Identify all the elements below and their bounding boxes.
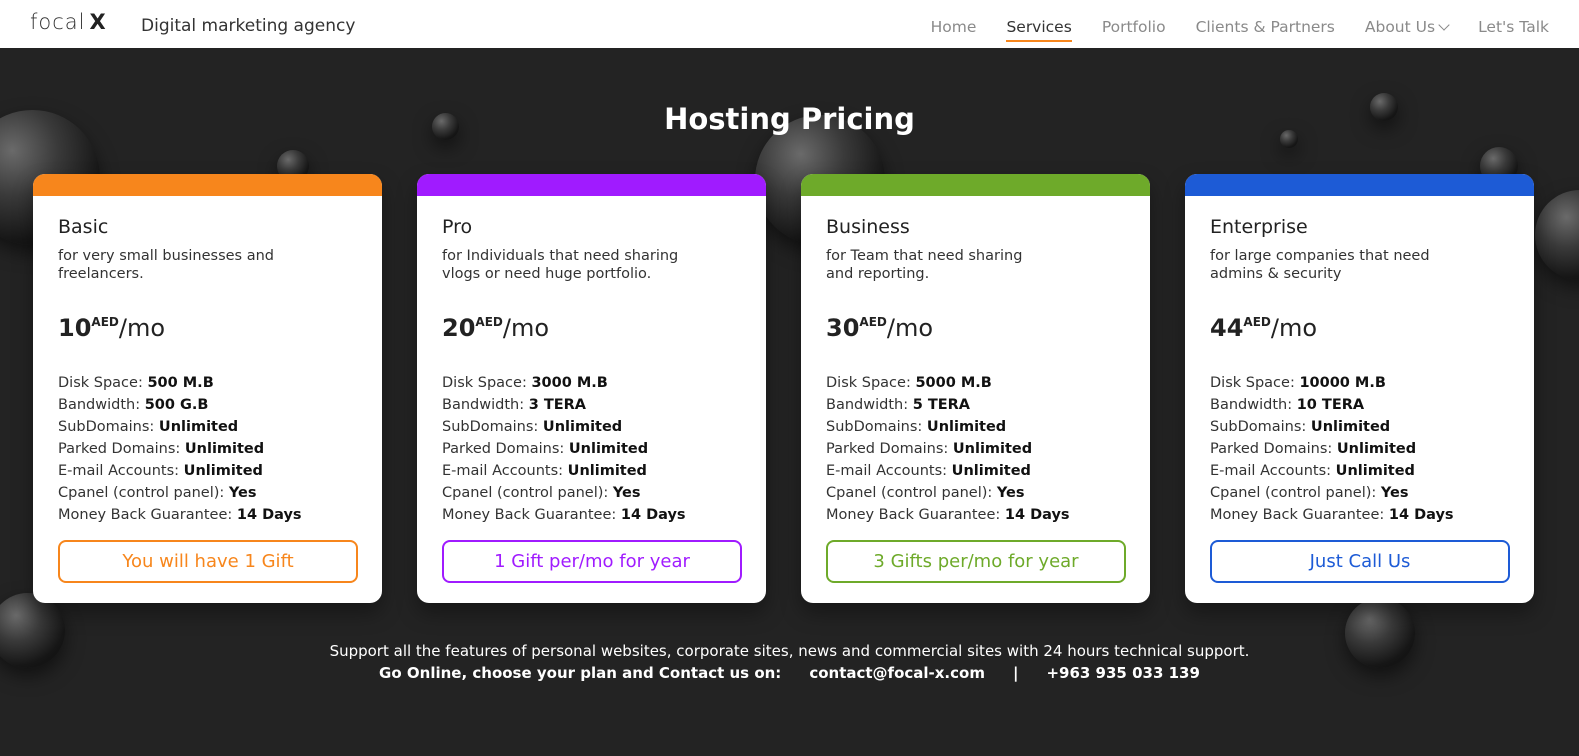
page-title: Hosting Pricing xyxy=(664,102,915,136)
feature-parked-domains: Parked Domains: Unlimited xyxy=(58,441,265,457)
plan-pro-button[interactable]: 1 Gift per/mo for year xyxy=(442,540,742,583)
main-nav: Home Services Portfolio Clients & Partne… xyxy=(901,18,1549,42)
plan-price: 30AED/mo xyxy=(826,314,934,342)
plan-business-button[interactable]: 3 Gifts per/mo for year xyxy=(826,540,1126,583)
plan-color-bar xyxy=(417,174,766,196)
nav-portfolio[interactable]: Portfolio xyxy=(1102,18,1166,36)
feature-money-back: Money Back Guarantee: 14 Days xyxy=(58,507,302,523)
feature-parked-domains: Parked Domains: Unlimited xyxy=(826,441,1033,457)
plan-color-bar xyxy=(1185,174,1534,196)
tagline: Digital marketing agency xyxy=(141,16,356,36)
contact-email-link[interactable]: contact@focal-x.com xyxy=(809,664,985,682)
plan-enterprise-button[interactable]: Just Call Us xyxy=(1210,540,1510,583)
sphere-decoration xyxy=(1535,190,1579,280)
plan-description: for very small businesses and freelancer… xyxy=(58,248,274,282)
feature-cpanel: Cpanel (control panel): Yes xyxy=(58,485,257,501)
feature-disk-space: Disk Space: 500 M.B xyxy=(58,375,214,391)
feature-money-back: Money Back Guarantee: 14 Days xyxy=(826,507,1070,523)
plan-description: for Individuals that need sharing vlogs … xyxy=(442,248,679,282)
feature-email-accounts: E-mail Accounts: Unlimited xyxy=(58,463,263,479)
plan-color-bar xyxy=(33,174,382,196)
feature-disk-space: Disk Space: 10000 M.B xyxy=(1210,375,1386,391)
feature-bandwidth: Bandwidth: 500 G.B xyxy=(58,397,209,413)
feature-cpanel: Cpanel (control panel): Yes xyxy=(442,485,641,501)
plan-name: Pro xyxy=(442,216,473,238)
plan-features: Disk Space: 10000 M.B Bandwidth: 10 TERA… xyxy=(1210,372,1454,526)
plan-price: 44AED/mo xyxy=(1210,314,1318,342)
contact-separator: | xyxy=(1012,664,1019,682)
plan-basic-button[interactable]: You will have 1 Gift xyxy=(58,540,358,583)
plan-color-bar xyxy=(801,174,1150,196)
feature-subdomains: SubDomains: Unlimited xyxy=(826,419,1007,435)
feature-email-accounts: E-mail Accounts: Unlimited xyxy=(1210,463,1415,479)
logo[interactable]: focal X xyxy=(30,10,107,34)
plan-features: Disk Space: 500 M.B Bandwidth: 500 G.B S… xyxy=(58,372,302,526)
feature-cpanel: Cpanel (control panel): Yes xyxy=(1210,485,1409,501)
plan-features: Disk Space: 3000 M.B Bandwidth: 3 TERA S… xyxy=(442,372,686,526)
site-header: focal X Digital marketing agency Home Ser… xyxy=(0,0,1579,48)
plan-description: for large companies that need admins & s… xyxy=(1210,248,1430,282)
contact-prefix: Go Online, choose your plan and Contact … xyxy=(379,664,782,682)
feature-bandwidth: Bandwidth: 3 TERA xyxy=(442,397,587,413)
plan-card-pro: Pro for Individuals that need sharing vl… xyxy=(417,174,766,603)
nav-home[interactable]: Home xyxy=(931,18,977,36)
plan-description: for Team that need sharing and reporting… xyxy=(826,248,1023,282)
contact-line: Go Online, choose your plan and Contact … xyxy=(0,664,1579,682)
plan-card-enterprise: Enterprise for large companies that need… xyxy=(1185,174,1534,603)
feature-email-accounts: E-mail Accounts: Unlimited xyxy=(826,463,1031,479)
feature-bandwidth: Bandwidth: 10 TERA xyxy=(1210,397,1365,413)
nav-services[interactable]: Services xyxy=(1006,18,1073,42)
feature-disk-space: Disk Space: 5000 M.B xyxy=(826,375,992,391)
plan-price: 10AED/mo xyxy=(58,314,166,342)
plan-features: Disk Space: 5000 M.B Bandwidth: 5 TERA S… xyxy=(826,372,1070,526)
nav-lets-talk[interactable]: Let's Talk xyxy=(1478,18,1549,36)
nav-clients-partners[interactable]: Clients & Partners xyxy=(1196,18,1335,36)
chevron-down-icon xyxy=(1438,19,1450,31)
plan-card-basic: Basic for very small businesses and free… xyxy=(33,174,382,603)
feature-parked-domains: Parked Domains: Unlimited xyxy=(442,441,649,457)
nav-about-us[interactable]: About Us xyxy=(1364,18,1450,36)
feature-disk-space: Disk Space: 3000 M.B xyxy=(442,375,608,391)
plan-price: 20AED/mo xyxy=(442,314,550,342)
feature-money-back: Money Back Guarantee: 14 Days xyxy=(1210,507,1454,523)
feature-subdomains: SubDomains: Unlimited xyxy=(58,419,239,435)
support-text: Support all the features of personal web… xyxy=(329,642,1250,660)
contact-phone-link[interactable]: +963 935 033 139 xyxy=(1046,664,1199,682)
feature-parked-domains: Parked Domains: Unlimited xyxy=(1210,441,1417,457)
plan-card-business: Business for Team that need sharing and … xyxy=(801,174,1150,603)
feature-email-accounts: E-mail Accounts: Unlimited xyxy=(442,463,647,479)
plan-name: Enterprise xyxy=(1210,216,1308,238)
feature-subdomains: SubDomains: Unlimited xyxy=(1210,419,1391,435)
feature-bandwidth: Bandwidth: 5 TERA xyxy=(826,397,971,413)
feature-money-back: Money Back Guarantee: 14 Days xyxy=(442,507,686,523)
plan-name: Business xyxy=(826,216,910,238)
feature-subdomains: SubDomains: Unlimited xyxy=(442,419,623,435)
plan-name: Basic xyxy=(58,216,109,238)
nav-about-us-label: About Us xyxy=(1364,18,1436,36)
feature-cpanel: Cpanel (control panel): Yes xyxy=(826,485,1025,501)
